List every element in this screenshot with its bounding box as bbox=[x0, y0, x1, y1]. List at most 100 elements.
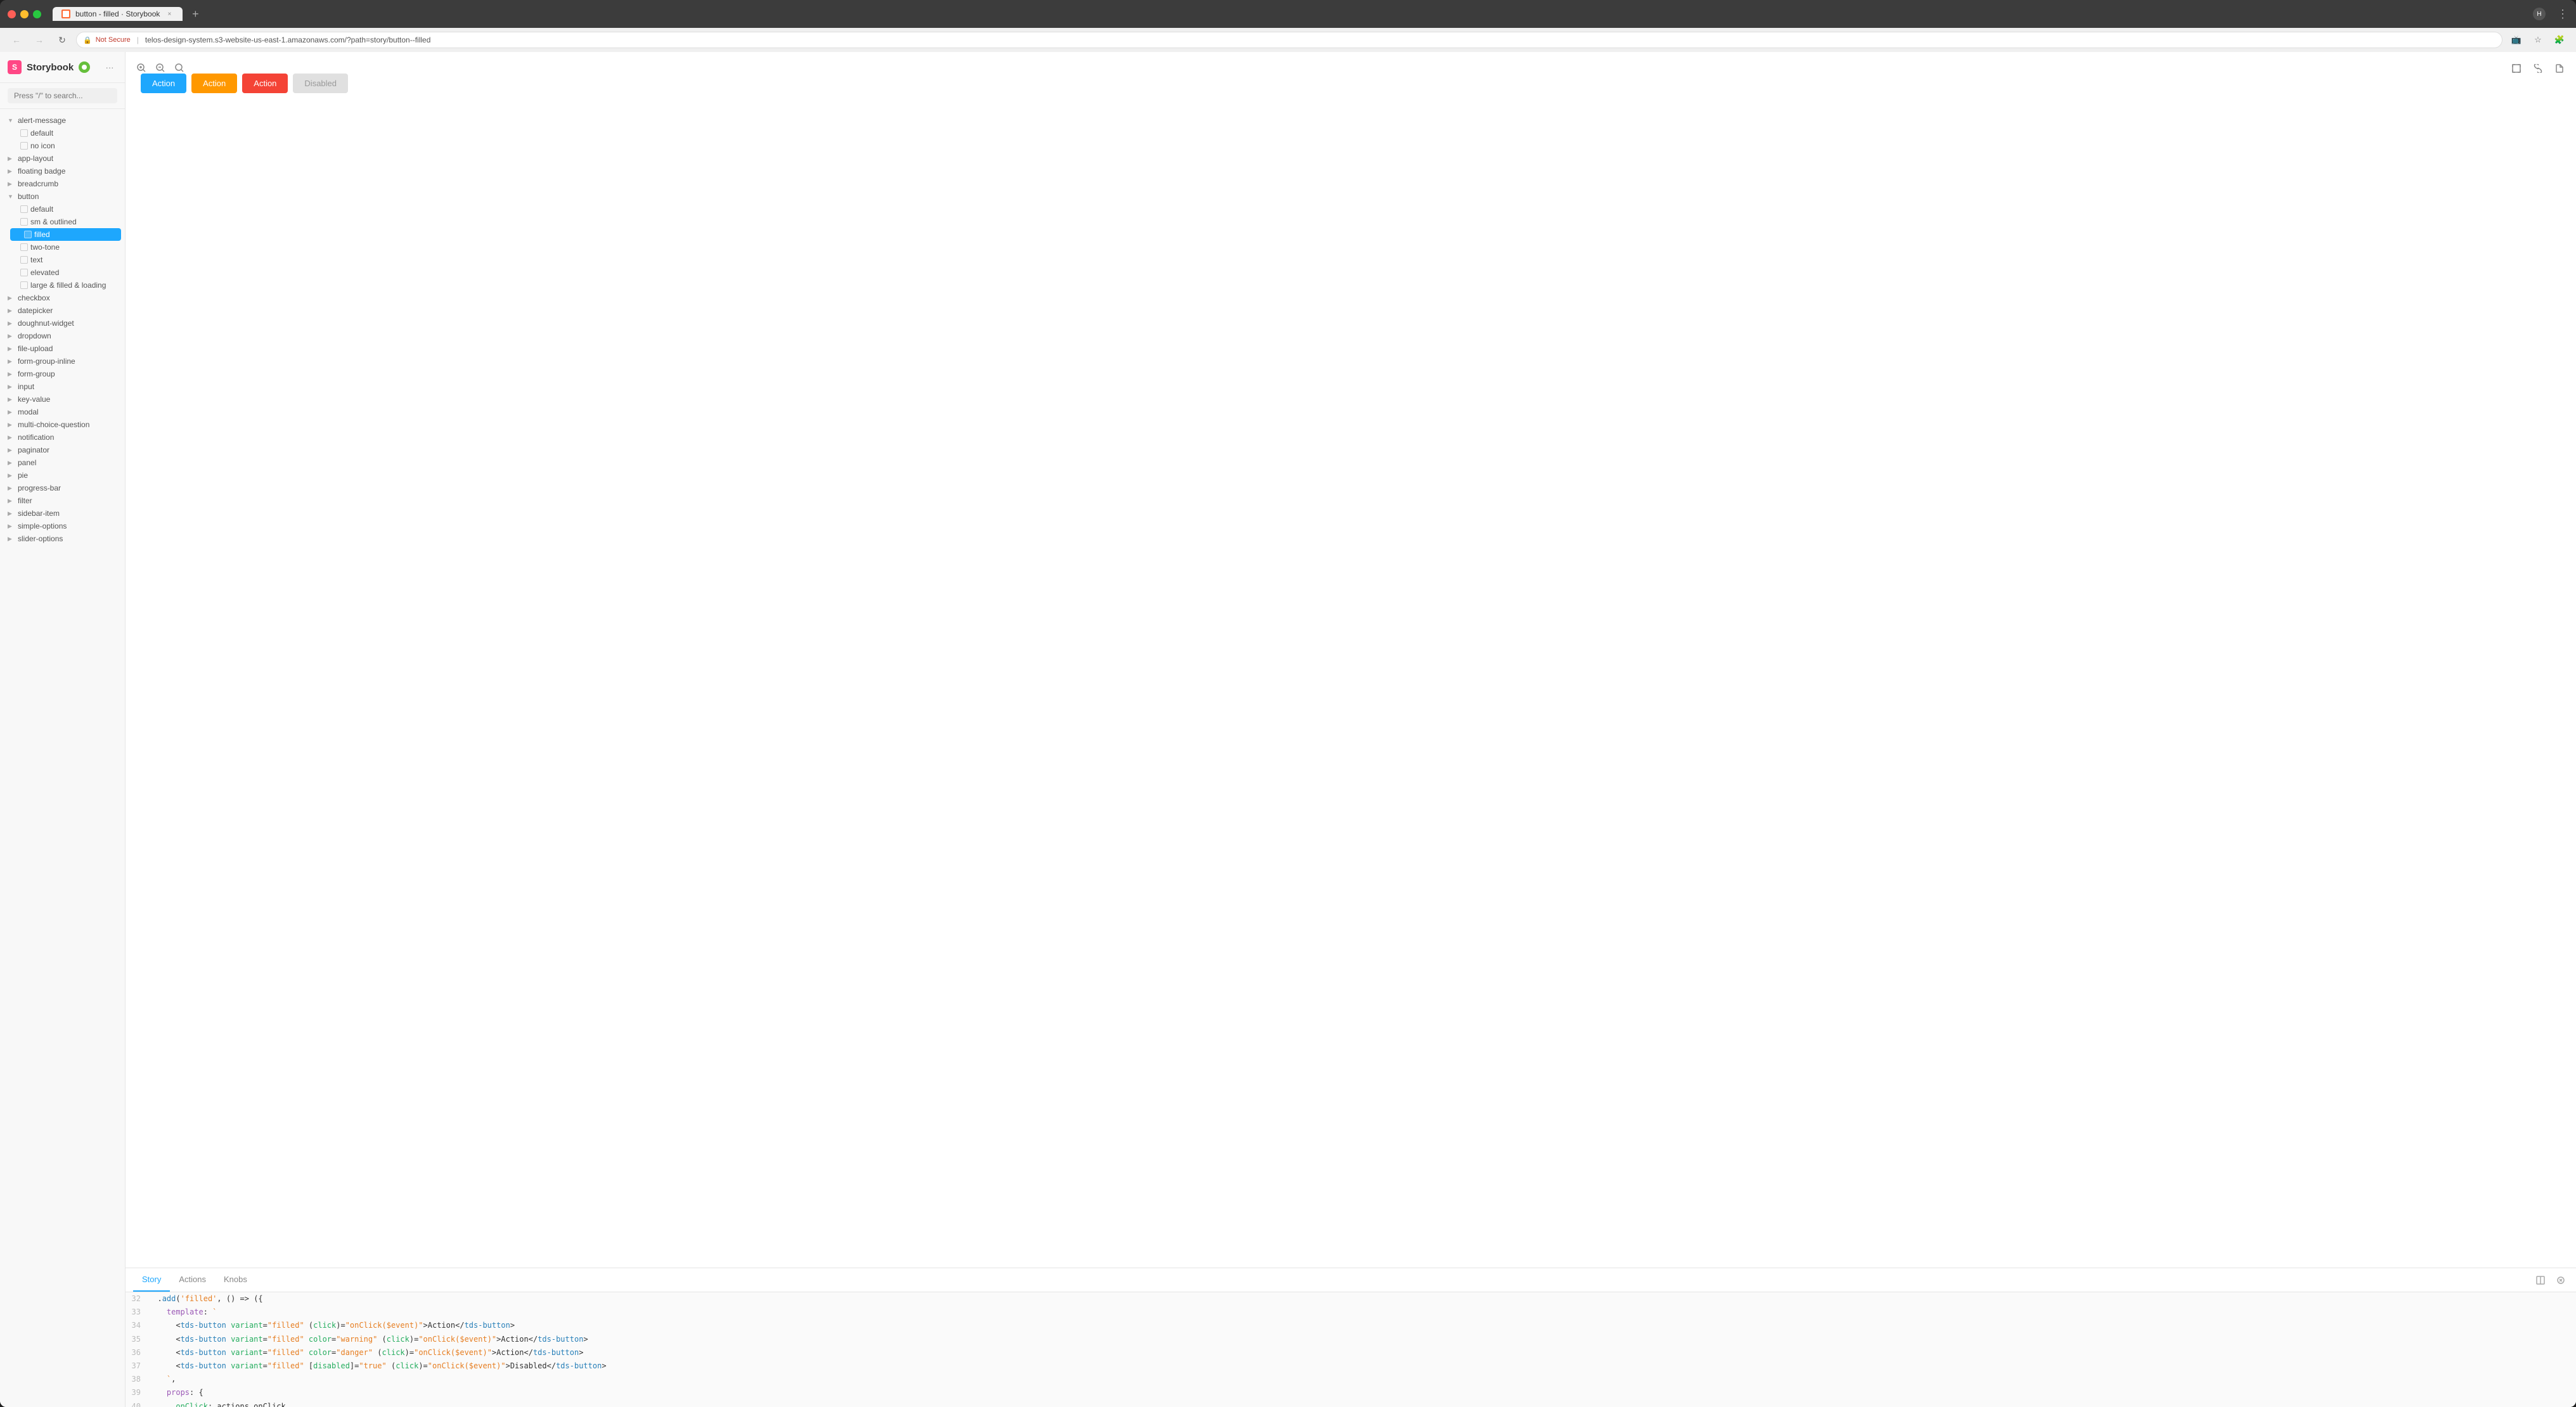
sidebar-item-alert-default[interactable]: default bbox=[6, 127, 125, 139]
search-input[interactable] bbox=[8, 88, 117, 103]
chevron-down-icon: ▼ bbox=[8, 193, 15, 200]
menu-dots[interactable]: ⋮ bbox=[2557, 8, 2568, 21]
sidebar-item-panel[interactable]: ▶ panel bbox=[0, 456, 125, 469]
chevron-right-icon: ▶ bbox=[8, 307, 15, 314]
sidebar-item-breadcrumb[interactable]: ▶ breadcrumb bbox=[0, 177, 125, 190]
action-button-orange[interactable]: Action bbox=[191, 74, 237, 93]
chevron-right-icon: ▶ bbox=[8, 333, 15, 340]
sidebar-item-multi-choice-question[interactable]: ▶ multi-choice-question bbox=[0, 418, 125, 431]
chevron-right-icon: ▶ bbox=[8, 383, 15, 390]
action-button-red[interactable]: Action bbox=[242, 74, 288, 93]
sidebar-item-simple-options[interactable]: ▶ simple-options bbox=[0, 520, 125, 532]
tab-close-button[interactable]: × bbox=[165, 10, 174, 18]
sidebar-item-key-value[interactable]: ▶ key-value bbox=[0, 393, 125, 406]
tab-story[interactable]: Story bbox=[133, 1268, 170, 1292]
close-panel-button[interactable] bbox=[2553, 1273, 2568, 1288]
sidebar-item-button-default[interactable]: default bbox=[6, 203, 125, 215]
sidebar-item-button-elevated[interactable]: elevated bbox=[6, 266, 125, 279]
sidebar-item-input[interactable]: ▶ input bbox=[0, 380, 125, 393]
sidebar-item-datepicker[interactable]: ▶ datepicker bbox=[0, 304, 125, 317]
cast-button[interactable]: 📺 bbox=[2508, 31, 2525, 49]
code-line-38: 38 `, bbox=[126, 1373, 2576, 1386]
storybook-logo-icon: S bbox=[8, 60, 22, 74]
sidebar-item-doughnut-widget[interactable]: ▶ doughnut-widget bbox=[0, 317, 125, 330]
chevron-right-icon: ▶ bbox=[8, 295, 15, 302]
chevron-down-icon: ▼ bbox=[8, 117, 15, 124]
code-line-33: 33 template: ` bbox=[126, 1306, 2576, 1319]
new-tab-button[interactable]: + bbox=[186, 5, 204, 23]
sidebar-header: S Storybook ··· bbox=[0, 52, 125, 83]
chevron-right-icon: ▶ bbox=[8, 358, 15, 365]
more-options-button[interactable] bbox=[2551, 60, 2568, 77]
sidebar-item-alert-message[interactable]: ▼ alert-message bbox=[0, 114, 125, 127]
sidebar-item-app-layout[interactable]: ▶ app-layout bbox=[0, 152, 125, 165]
active-tab[interactable]: button - filled · Storybook × bbox=[53, 7, 183, 21]
action-button-blue[interactable]: Action bbox=[141, 74, 186, 93]
bottom-tab-actions bbox=[2533, 1273, 2568, 1288]
main-panel: Action Action Action Disabled bbox=[126, 52, 2576, 1407]
app-content: S Storybook ··· ▼ alert-message bbox=[0, 52, 2576, 1407]
story-icon bbox=[20, 142, 28, 150]
sidebar-item-alert-no-icon[interactable]: no icon bbox=[6, 139, 125, 152]
story-icon bbox=[20, 243, 28, 251]
preview-toolbar bbox=[133, 60, 188, 76]
url-text: telos-design-system.s3-website-us-east-1… bbox=[145, 35, 431, 44]
sidebar-item-paginator[interactable]: ▶ paginator bbox=[0, 444, 125, 456]
sidebar-item-button-large-loading[interactable]: large & filled & loading bbox=[6, 279, 125, 292]
sidebar-item-filter[interactable]: ▶ filter bbox=[0, 494, 125, 507]
sidebar-item-form-group[interactable]: ▶ form-group bbox=[0, 368, 125, 380]
sidebar-item-modal[interactable]: ▶ modal bbox=[0, 406, 125, 418]
sidebar-item-file-upload[interactable]: ▶ file-upload bbox=[0, 342, 125, 355]
sidebar-item-form-group-inline[interactable]: ▶ form-group-inline bbox=[0, 355, 125, 368]
split-view-button[interactable] bbox=[2533, 1273, 2548, 1288]
code-line-37: 37 <tds-button variant="filled" [disable… bbox=[126, 1359, 2576, 1373]
zoom-out-button[interactable] bbox=[152, 60, 169, 76]
sidebar-item-floating-badge[interactable]: ▶ floating badge bbox=[0, 165, 125, 177]
sidebar-item-button-sm-outlined[interactable]: sm & outlined bbox=[6, 215, 125, 228]
sidebar-item-progress-bar[interactable]: ▶ progress-bar bbox=[0, 482, 125, 494]
zoom-in-button[interactable] bbox=[133, 60, 150, 76]
chevron-right-icon: ▶ bbox=[8, 421, 15, 428]
expand-preview-button[interactable] bbox=[2508, 60, 2525, 77]
sidebar-item-sidebar-item[interactable]: ▶ sidebar-item bbox=[0, 507, 125, 520]
close-button[interactable] bbox=[8, 10, 16, 18]
chevron-right-icon: ▶ bbox=[8, 181, 15, 188]
sidebar-item-pie[interactable]: ▶ pie bbox=[0, 469, 125, 482]
code-line-36: 36 <tds-button variant="filled" color="d… bbox=[126, 1346, 2576, 1359]
bottom-panel: Story Actions Knobs bbox=[126, 1268, 2576, 1407]
reload-button[interactable]: ↻ bbox=[53, 31, 71, 49]
sidebar-item-button-two-tone[interactable]: two-tone bbox=[6, 241, 125, 254]
zoom-reset-button[interactable] bbox=[171, 60, 188, 76]
story-icon bbox=[20, 129, 28, 137]
tab-knobs[interactable]: Knobs bbox=[215, 1268, 256, 1292]
sidebar-item-dropdown[interactable]: ▶ dropdown bbox=[0, 330, 125, 342]
story-icon bbox=[20, 269, 28, 276]
nav-actions: 📺 ☆ 🧩 bbox=[2508, 31, 2568, 49]
chevron-right-icon: ▶ bbox=[8, 472, 15, 479]
action-button-disabled: Disabled bbox=[293, 74, 348, 93]
chevron-right-icon: ▶ bbox=[8, 498, 15, 504]
sidebar-item-button-text[interactable]: text bbox=[6, 254, 125, 266]
tab-bar: button - filled · Storybook × + bbox=[53, 5, 2528, 23]
sidebar-item-checkbox[interactable]: ▶ checkbox bbox=[0, 292, 125, 304]
bookmark-button[interactable]: ☆ bbox=[2529, 31, 2547, 49]
forward-button[interactable]: → bbox=[30, 31, 48, 49]
copy-link-button[interactable] bbox=[2529, 60, 2547, 77]
extensions-button[interactable]: 🧩 bbox=[2551, 31, 2568, 49]
address-bar[interactable]: 🔒 Not Secure | telos-design-system.s3-we… bbox=[76, 32, 2502, 48]
sidebar-item-slider-options[interactable]: ▶ slider-options bbox=[0, 532, 125, 545]
story-icon bbox=[20, 205, 28, 213]
sidebar-tree: ▼ alert-message default no icon ▶ bbox=[0, 109, 125, 1407]
sidebar-menu-button[interactable]: ··· bbox=[102, 60, 117, 75]
sidebar-item-button-filled[interactable]: filled bbox=[10, 228, 121, 241]
preview-area: Action Action Action Disabled bbox=[126, 52, 2576, 1268]
sidebar-item-button[interactable]: ▼ button bbox=[0, 190, 125, 203]
story-icon bbox=[20, 218, 28, 226]
minimize-button[interactable] bbox=[20, 10, 29, 18]
maximize-button[interactable] bbox=[33, 10, 41, 18]
profile-avatar[interactable]: H bbox=[2533, 8, 2546, 20]
back-button[interactable]: ← bbox=[8, 31, 25, 49]
sidebar-item-notification[interactable]: ▶ notification bbox=[0, 431, 125, 444]
chevron-right-icon: ▶ bbox=[8, 396, 15, 403]
tab-actions[interactable]: Actions bbox=[170, 1268, 215, 1292]
